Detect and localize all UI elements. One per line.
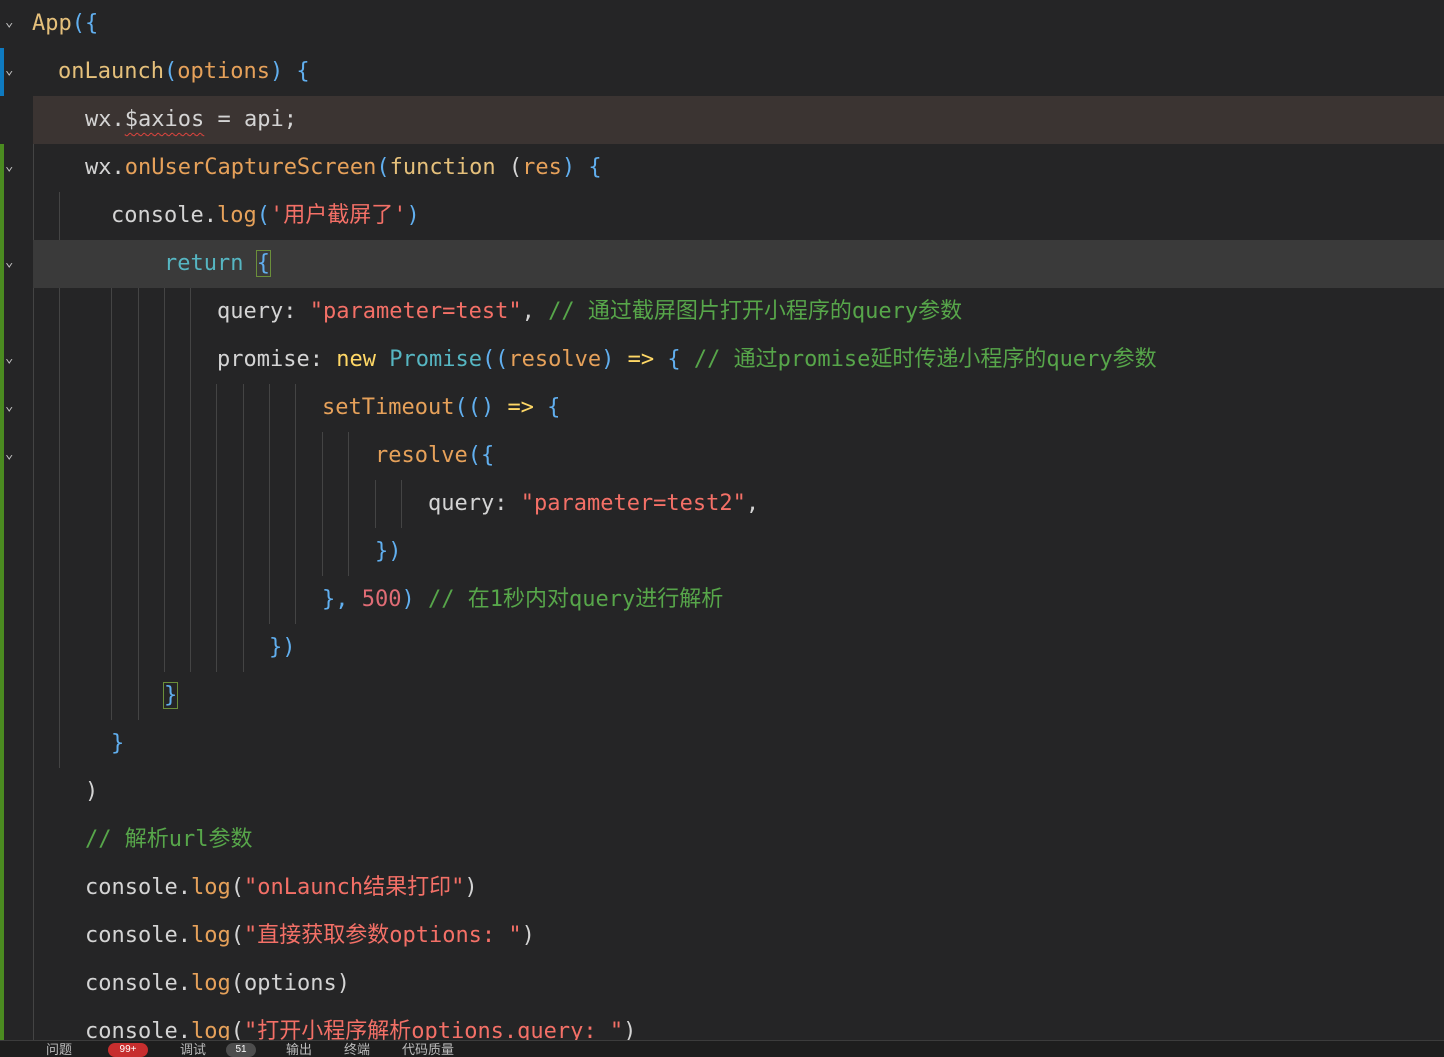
code-line[interactable]: } bbox=[0, 672, 1444, 720]
code-text: console.log('用户截屏了') bbox=[111, 203, 420, 228]
code-text: console.log("直接获取参数options: ") bbox=[85, 923, 535, 948]
code-line[interactable]: query: "parameter=test", // 通过截屏图片打开小程序的… bbox=[0, 288, 1444, 336]
code-line[interactable]: ⌄ promise: new Promise((resolve) => { //… bbox=[0, 336, 1444, 384]
fold-chevron-icon[interactable]: ⌄ bbox=[5, 0, 21, 48]
tab-problems[interactable]: 问题 bbox=[46, 1043, 72, 1057]
fold-chevron-icon[interactable]: ⌄ bbox=[5, 144, 21, 192]
code-line[interactable]: // 解析url参数 bbox=[0, 816, 1444, 864]
code-text: // 解析url参数 bbox=[85, 827, 253, 852]
code-text: console.log(options) bbox=[85, 971, 350, 996]
code-text: setTimeout(() => { bbox=[322, 395, 561, 420]
bracket-match: { bbox=[255, 250, 272, 277]
code-text: wx.onUserCaptureScreen(function (res) { bbox=[85, 155, 602, 180]
fold-chevron-icon[interactable]: ⌄ bbox=[5, 384, 21, 432]
code-text: onLaunch(options) { bbox=[58, 59, 310, 84]
code-line[interactable]: }) bbox=[0, 624, 1444, 672]
code-text: console.log("onLaunch结果打印") bbox=[85, 875, 478, 900]
code-editor[interactable]: ⌄ App({ ⌄ onLaunch(options) { wx.$axios … bbox=[0, 0, 1444, 1040]
code-line[interactable]: ) bbox=[0, 768, 1444, 816]
code-text: App({ bbox=[32, 11, 99, 36]
code-line[interactable]: console.log('用户截屏了') bbox=[0, 192, 1444, 240]
tab-terminal[interactable]: 终端 bbox=[344, 1043, 370, 1057]
problems-count-badge: 99+ bbox=[108, 1043, 148, 1057]
code-line[interactable]: } bbox=[0, 720, 1444, 768]
code-line[interactable]: ⌄ wx.onUserCaptureScreen(function (res) … bbox=[0, 144, 1444, 192]
code-text: }) bbox=[269, 635, 296, 660]
code-text: return { bbox=[164, 250, 272, 277]
code-text: }) bbox=[375, 539, 402, 564]
code-line-current[interactable]: wx.$axios = api; bbox=[33, 96, 1444, 144]
code-line[interactable]: ⌄ setTimeout(() => { bbox=[0, 384, 1444, 432]
code-text: ) bbox=[85, 779, 99, 804]
fold-chevron-icon[interactable]: ⌄ bbox=[5, 432, 21, 480]
fold-chevron-icon[interactable]: ⌄ bbox=[5, 336, 21, 384]
code-line[interactable]: console.log("打开小程序解析options.query: ") bbox=[0, 1008, 1444, 1040]
code-line[interactable]: ⌄ App({ bbox=[0, 0, 1444, 48]
code-line[interactable]: ⌄ onLaunch(options) { bbox=[0, 48, 1444, 96]
code-line[interactable]: console.log(options) bbox=[0, 960, 1444, 1008]
code-line[interactable]: console.log("直接获取参数options: ") bbox=[0, 912, 1444, 960]
panel-tab-bar: 问题 99+ 调试 51 输出 终端 代码质量 bbox=[0, 1040, 1444, 1057]
code-text: console.log("打开小程序解析options.query: ") bbox=[85, 1019, 637, 1040]
error-squiggle: $axios bbox=[124, 107, 205, 132]
code-text: } bbox=[111, 731, 125, 756]
code-line[interactable]: query: "parameter=test2", bbox=[0, 480, 1444, 528]
code-text: wx.$axios = api; bbox=[85, 107, 297, 132]
code-text: resolve({ bbox=[375, 443, 495, 468]
code-line[interactable]: ⌄ resolve({ bbox=[0, 432, 1444, 480]
code-line[interactable]: }) bbox=[0, 528, 1444, 576]
fold-chevron-icon[interactable]: ⌄ bbox=[5, 240, 21, 288]
code-text: }, 500) // 在1秒内对query进行解析 bbox=[322, 587, 724, 612]
code-text: } bbox=[162, 672, 179, 720]
bracket-match: } bbox=[162, 682, 179, 709]
debug-count-badge: 51 bbox=[226, 1043, 256, 1057]
code-line[interactable]: }, 500) // 在1秒内对query进行解析 bbox=[0, 576, 1444, 624]
code-line[interactable]: console.log("onLaunch结果打印") bbox=[0, 864, 1444, 912]
code-text: promise: new Promise((resolve) => { // 通… bbox=[217, 347, 1157, 372]
tab-debug[interactable]: 调试 bbox=[180, 1043, 206, 1057]
code-line-highlighted[interactable]: return { bbox=[33, 240, 1444, 288]
fold-chevron-icon[interactable]: ⌄ bbox=[5, 48, 21, 96]
code-text: query: "parameter=test", // 通过截屏图片打开小程序的… bbox=[217, 299, 963, 324]
code-text: query: "parameter=test2", bbox=[428, 491, 760, 516]
tab-code-quality[interactable]: 代码质量 bbox=[402, 1043, 454, 1057]
tab-output[interactable]: 输出 bbox=[286, 1043, 312, 1057]
